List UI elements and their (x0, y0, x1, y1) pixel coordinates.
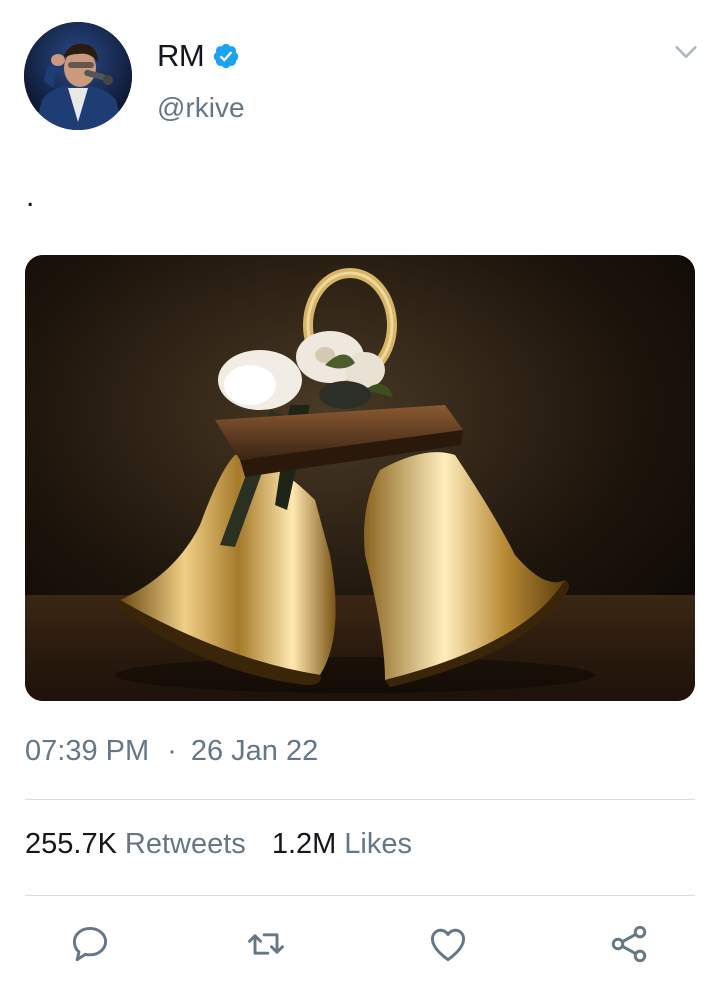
tweet-time: 07:39 PM (25, 735, 150, 767)
like-icon[interactable] (426, 922, 470, 966)
tweet-media[interactable] (25, 255, 695, 701)
share-icon[interactable] (607, 922, 651, 966)
likes-label: Likes (344, 828, 412, 860)
retweets-count: 255.7K (25, 828, 117, 860)
divider-top (25, 799, 695, 800)
meta-separator: · (167, 735, 177, 767)
divider-bottom (25, 895, 695, 896)
tweet-date: 26 Jan 22 (190, 735, 319, 767)
retweet-icon[interactable] (244, 922, 288, 966)
tweet-actions (0, 912, 720, 972)
tweet-stats: 255.7K Retweets 1.2M Likes (25, 828, 412, 861)
chevron-down-icon[interactable] (672, 38, 700, 66)
tweet-text: . (26, 180, 35, 213)
likes-stat[interactable]: 1.2M Likes (272, 828, 412, 861)
author-name[interactable]: RM (157, 38, 205, 74)
likes-count: 1.2M (271, 828, 337, 860)
retweets-stat[interactable]: 255.7K Retweets (25, 828, 246, 861)
author-handle[interactable]: @rkive (157, 92, 245, 124)
retweets-label: Retweets (124, 828, 246, 860)
avatar[interactable] (24, 22, 132, 130)
author-name-row[interactable]: RM (157, 36, 240, 76)
tweet-timestamp[interactable]: 07:39 PM · 26 Jan 22 (25, 735, 318, 768)
verified-badge-icon (213, 43, 239, 69)
avatar-photo (24, 22, 132, 130)
reply-icon[interactable] (68, 922, 112, 966)
golden-bells-photo (25, 255, 695, 701)
